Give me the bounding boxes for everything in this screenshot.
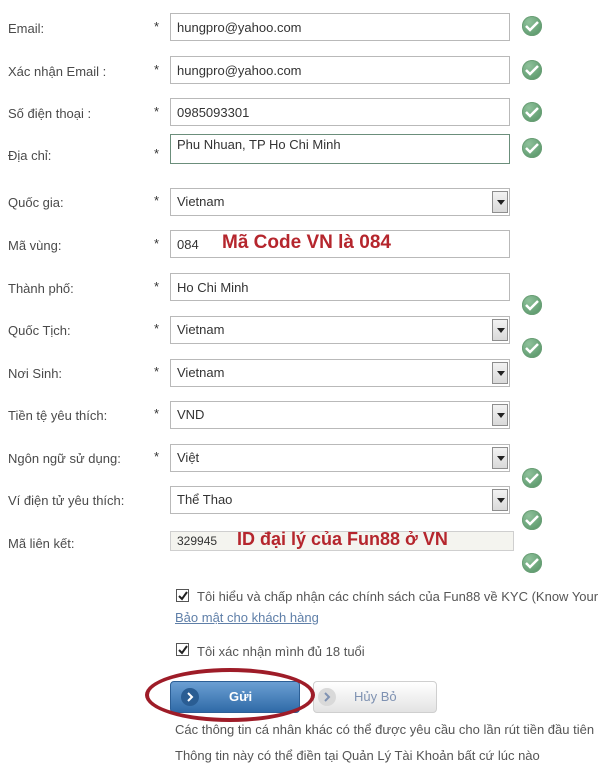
city-field[interactable]: [170, 273, 510, 301]
kyc-checkbox[interactable]: [176, 589, 189, 602]
chevron-down-icon[interactable]: [492, 362, 508, 384]
phone-field[interactable]: [170, 98, 510, 126]
email-label: Email:: [8, 21, 45, 36]
required-mark: *: [154, 364, 160, 379]
address-field[interactable]: Phu Nhuan, TP Ho Chi Minh: [170, 134, 510, 164]
language-label: Ngôn ngữ sử dụng:: [8, 451, 121, 466]
required-mark: *: [154, 19, 160, 34]
birthplace-label: Nơi Sinh:: [8, 366, 63, 381]
arrow-right-icon: [318, 688, 336, 706]
address-label: Địa chỉ:: [8, 148, 52, 163]
country-select-value: Vietnam: [177, 194, 225, 209]
email-field[interactable]: [170, 13, 510, 41]
required-mark: *: [154, 146, 160, 161]
footer-line-1: Các thông tin cá nhân khác có thể được y…: [175, 722, 595, 737]
area-code-annotation: Mã Code VN là 084: [222, 232, 391, 253]
required-mark: *: [154, 62, 160, 77]
language-select[interactable]: Việt: [170, 444, 510, 472]
confirm-email-field[interactable]: [170, 56, 510, 84]
affiliate-label: Mã liên kết:: [8, 536, 75, 551]
chevron-down-icon[interactable]: [492, 191, 508, 213]
wallet-select[interactable]: Thể Thao: [170, 486, 510, 514]
valid-check-icon: [522, 338, 542, 358]
affiliate-value: 329945: [177, 534, 218, 548]
currency-select-value: VND: [177, 407, 205, 422]
wallet-label: Ví điện tử yêu thích:: [8, 493, 125, 508]
area-code-label: Mã vùng:: [8, 238, 62, 253]
valid-check-icon: [522, 16, 542, 36]
valid-check-icon: [522, 468, 542, 488]
nationality-select[interactable]: Vietnam: [170, 316, 510, 344]
checkmark-icon: [178, 645, 188, 655]
currency-label: Tiền tệ yêu thích:: [8, 408, 108, 423]
required-mark: *: [154, 104, 160, 119]
phone-label: Số điện thoại :: [8, 106, 92, 121]
cancel-label: Hủy Bỏ: [354, 689, 397, 704]
currency-select[interactable]: VND: [170, 401, 510, 429]
required-mark: *: [154, 449, 160, 464]
footer-line-2: Thông tin này có thể điền tại Quản Lý Tà…: [175, 748, 540, 763]
required-mark: *: [154, 193, 160, 208]
age-checkbox[interactable]: [176, 643, 189, 656]
valid-check-icon: [522, 295, 542, 315]
country-label: Quốc gia:: [8, 195, 64, 210]
birthplace-select-value: Vietnam: [177, 365, 225, 380]
chevron-down-icon[interactable]: [492, 319, 508, 341]
language-select-value: Việt: [177, 450, 200, 465]
age-text: Tôi xác nhận mình đủ 18 tuổi: [197, 644, 365, 659]
cancel-button[interactable]: Hủy Bỏ: [313, 681, 437, 713]
confirm-email-label: Xác nhận Email :: [8, 64, 107, 79]
city-label: Thành phố:: [8, 281, 74, 296]
required-mark: *: [154, 321, 160, 336]
wallet-select-value: Thể Thao: [177, 492, 233, 507]
birthplace-select[interactable]: Vietnam: [170, 359, 510, 387]
valid-check-icon: [522, 138, 542, 158]
nationality-select-value: Vietnam: [177, 322, 225, 337]
highlight-ellipse: [145, 668, 315, 722]
valid-check-icon: [522, 102, 542, 122]
nationality-label: Quốc Tịch:: [8, 323, 71, 338]
chevron-down-icon[interactable]: [492, 404, 508, 426]
required-mark: *: [154, 406, 160, 421]
chevron-down-icon[interactable]: [492, 489, 508, 511]
valid-check-icon: [522, 510, 542, 530]
required-mark: *: [154, 279, 160, 294]
valid-check-icon: [522, 60, 542, 80]
country-select[interactable]: Vietnam: [170, 188, 510, 216]
valid-check-icon: [522, 553, 542, 573]
kyc-text: Tôi hiểu và chấp nhận các chính sách của…: [197, 589, 599, 604]
required-mark: *: [154, 236, 160, 251]
chevron-down-icon[interactable]: [492, 447, 508, 469]
agent-id-annotation: ID đại lý của Fun88 ở VN: [237, 529, 448, 549]
privacy-link[interactable]: Bảo mật cho khách hàng: [175, 610, 319, 625]
checkmark-icon: [178, 591, 188, 601]
